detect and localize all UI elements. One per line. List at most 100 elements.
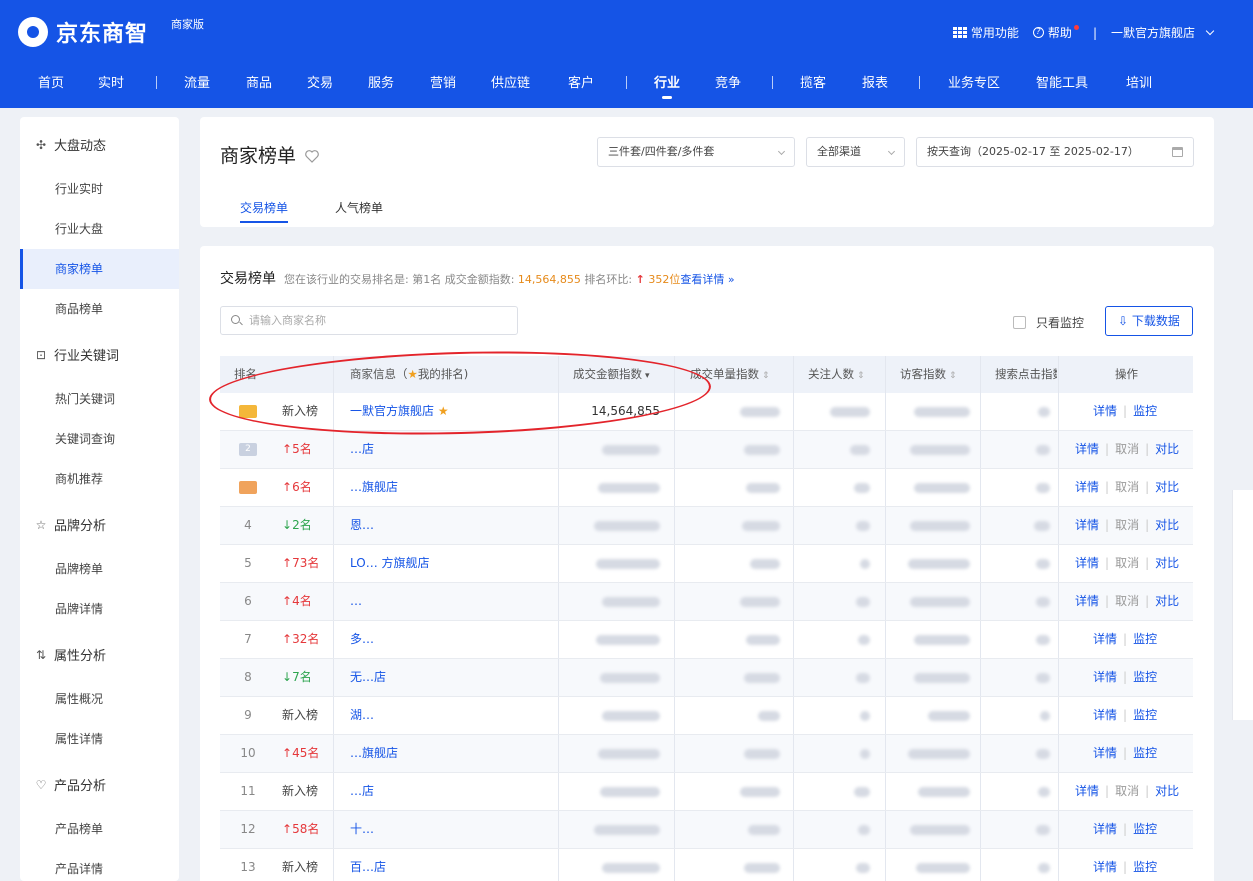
compare-link[interactable]: 对比 bbox=[1155, 784, 1179, 798]
detail-link[interactable]: 详情 bbox=[1093, 822, 1117, 836]
nav-attract[interactable]: 揽客 bbox=[800, 72, 826, 91]
nav-training[interactable]: 培训 bbox=[1126, 72, 1152, 91]
sidebar-group-product[interactable]: ♡ 产品分析 bbox=[34, 775, 106, 795]
nav-supply-chain[interactable]: 供应链 bbox=[491, 72, 530, 91]
monitor-link[interactable]: 监控 bbox=[1133, 746, 1157, 760]
merchant-name-link[interactable]: …店 bbox=[350, 773, 374, 810]
download-data-button[interactable]: ⇩ 下载数据 bbox=[1105, 306, 1193, 336]
package-type-select[interactable]: 三件套/四件套/多件套 bbox=[597, 137, 795, 167]
compare-link[interactable]: 对比 bbox=[1155, 442, 1179, 456]
detail-link[interactable]: 详情 bbox=[1075, 518, 1099, 532]
nav-smart-tools[interactable]: 智能工具 bbox=[1036, 72, 1088, 91]
sidebar-item-industry-overview[interactable]: 行业大盘 bbox=[20, 209, 179, 249]
tab-popularity-ranking[interactable]: 人气榜单 bbox=[335, 199, 383, 216]
tab-trade-ranking[interactable]: 交易榜单 bbox=[240, 199, 289, 223]
view-detail-link[interactable]: 查看详情 » bbox=[680, 273, 734, 286]
detail-link[interactable]: 详情 bbox=[1093, 746, 1117, 760]
monitor-link[interactable]: 监控 bbox=[1133, 822, 1157, 836]
common-functions-button[interactable]: 常用功能 bbox=[952, 24, 1019, 41]
detail-link[interactable]: 详情 bbox=[1093, 404, 1117, 418]
merchant-name-link[interactable]: … bbox=[350, 583, 362, 620]
watch-only-checkbox[interactable]: 只看监控 bbox=[1013, 314, 1084, 331]
nav-marketing[interactable]: 营销 bbox=[430, 72, 456, 91]
merchant-name-link[interactable]: 湖… bbox=[350, 697, 374, 734]
merchant-name-link[interactable]: …旗舰店 bbox=[350, 469, 398, 506]
detail-link[interactable]: 详情 bbox=[1093, 632, 1117, 646]
nav-home[interactable]: 首页 bbox=[38, 72, 64, 91]
monitor-link[interactable]: 监控 bbox=[1133, 632, 1157, 646]
compare-link[interactable]: 对比 bbox=[1155, 518, 1179, 532]
nav-trade[interactable]: 交易 bbox=[307, 72, 333, 91]
sort-icon[interactable]: ⇕ bbox=[762, 371, 770, 381]
logo[interactable]: 京东商智 bbox=[18, 16, 148, 48]
cancel-monitor-link[interactable]: 取消 bbox=[1115, 518, 1139, 532]
cancel-monitor-link[interactable]: 取消 bbox=[1115, 480, 1139, 494]
sidebar-item-brand-detail[interactable]: 品牌详情 bbox=[20, 589, 179, 629]
compare-link[interactable]: 对比 bbox=[1155, 556, 1179, 570]
cancel-monitor-link[interactable]: 取消 bbox=[1115, 784, 1139, 798]
checkbox-box[interactable] bbox=[1013, 316, 1026, 329]
col-followers[interactable]: 关注人数 ⇕ bbox=[808, 356, 865, 393]
merchant-name-link[interactable]: 十… bbox=[350, 811, 374, 848]
channel-select[interactable]: 全部渠道 bbox=[806, 137, 905, 167]
sidebar-item-opportunity[interactable]: 商机推荐 bbox=[20, 459, 179, 499]
detail-link[interactable]: 详情 bbox=[1075, 594, 1099, 608]
search-click-cell bbox=[1010, 659, 1050, 696]
nav-business-zone[interactable]: 业务专区 bbox=[948, 72, 1000, 91]
nav-industry[interactable]: 行业 bbox=[654, 72, 680, 99]
shop-switcher[interactable]: 一默官方旗舰店 bbox=[1111, 24, 1215, 41]
sidebar-item-merchant-ranking[interactable]: 商家榜单 bbox=[20, 249, 179, 289]
col-visitor-index[interactable]: 访客指数 ⇕ bbox=[900, 356, 957, 393]
sidebar-item-keyword-query[interactable]: 关键词查询 bbox=[20, 419, 179, 459]
monitor-link[interactable]: 监控 bbox=[1133, 860, 1157, 874]
nav-traffic[interactable]: 流量 bbox=[184, 72, 210, 91]
merchant-name-link[interactable]: 多… bbox=[350, 621, 374, 658]
sidebar-group-market[interactable]: ✣ 大盘动态 bbox=[34, 135, 106, 155]
detail-link[interactable]: 详情 bbox=[1093, 860, 1117, 874]
nav-reports[interactable]: 报表 bbox=[862, 72, 888, 91]
sidebar-item-attribute-overview[interactable]: 属性概况 bbox=[20, 679, 179, 719]
sidebar-item-product-list[interactable]: 产品榜单 bbox=[20, 809, 179, 849]
nav-products[interactable]: 商品 bbox=[246, 72, 272, 91]
compare-link[interactable]: 对比 bbox=[1155, 480, 1179, 494]
sidebar-item-product-detail[interactable]: 产品详情 bbox=[20, 849, 179, 881]
merchant-search-input[interactable]: 请输入商家名称 bbox=[220, 306, 518, 335]
merchant-name-link[interactable]: 百…店 bbox=[350, 849, 386, 881]
cancel-monitor-link[interactable]: 取消 bbox=[1115, 594, 1139, 608]
cancel-monitor-link[interactable]: 取消 bbox=[1115, 556, 1139, 570]
nav-customers[interactable]: 客户 bbox=[568, 72, 594, 91]
detail-link[interactable]: 详情 bbox=[1075, 442, 1099, 456]
detail-link[interactable]: 详情 bbox=[1075, 784, 1099, 798]
detail-link[interactable]: 详情 bbox=[1075, 480, 1099, 494]
sidebar-group-keywords[interactable]: ⊡ 行业关键词 bbox=[34, 345, 119, 365]
favorite-heart-icon[interactable] bbox=[304, 147, 320, 163]
col-search-click-index[interactable]: 搜索点击指数 bbox=[995, 356, 1057, 393]
detail-link[interactable]: 详情 bbox=[1093, 708, 1117, 722]
detail-link[interactable]: 详情 bbox=[1093, 670, 1117, 684]
sidebar-item-brand-ranking[interactable]: 品牌榜单 bbox=[20, 549, 179, 589]
cancel-monitor-link[interactable]: 取消 bbox=[1115, 442, 1139, 456]
merchant-name-link[interactable]: …店 bbox=[350, 431, 374, 468]
monitor-link[interactable]: 监控 bbox=[1133, 670, 1157, 684]
nav-competition[interactable]: 竞争 bbox=[715, 72, 741, 91]
sort-icon[interactable]: ⇕ bbox=[949, 371, 957, 381]
nav-service[interactable]: 服务 bbox=[368, 72, 394, 91]
merchant-name-link[interactable]: …旗舰店 bbox=[350, 735, 398, 772]
sort-icon[interactable]: ⇕ bbox=[857, 371, 865, 381]
sidebar-item-hot-keywords[interactable]: 热门关键词 bbox=[20, 379, 179, 419]
date-range-picker[interactable]: 按天查询（2025-02-17 至 2025-02-17） bbox=[916, 137, 1194, 167]
merchant-name-link[interactable]: 恩… bbox=[350, 507, 374, 544]
sidebar-group-attribute[interactable]: ⇅ 属性分析 bbox=[34, 645, 106, 665]
help-button[interactable]: ? 帮助 bbox=[1032, 24, 1079, 41]
sidebar-group-brand[interactable]: ☆ 品牌分析 bbox=[34, 515, 106, 535]
compare-link[interactable]: 对比 bbox=[1155, 594, 1179, 608]
sidebar-item-industry-realtime[interactable]: 行业实时 bbox=[20, 169, 179, 209]
merchant-name-link[interactable]: LO… 方旗舰店 bbox=[350, 545, 430, 582]
detail-link[interactable]: 详情 bbox=[1075, 556, 1099, 570]
merchant-name-link[interactable]: 无…店 bbox=[350, 659, 386, 696]
monitor-link[interactable]: 监控 bbox=[1133, 404, 1157, 418]
sidebar-item-attribute-detail[interactable]: 属性详情 bbox=[20, 719, 179, 759]
nav-realtime[interactable]: 实时 bbox=[98, 72, 124, 91]
monitor-link[interactable]: 监控 bbox=[1133, 708, 1157, 722]
sidebar-item-product-ranking[interactable]: 商品榜单 bbox=[20, 289, 179, 329]
